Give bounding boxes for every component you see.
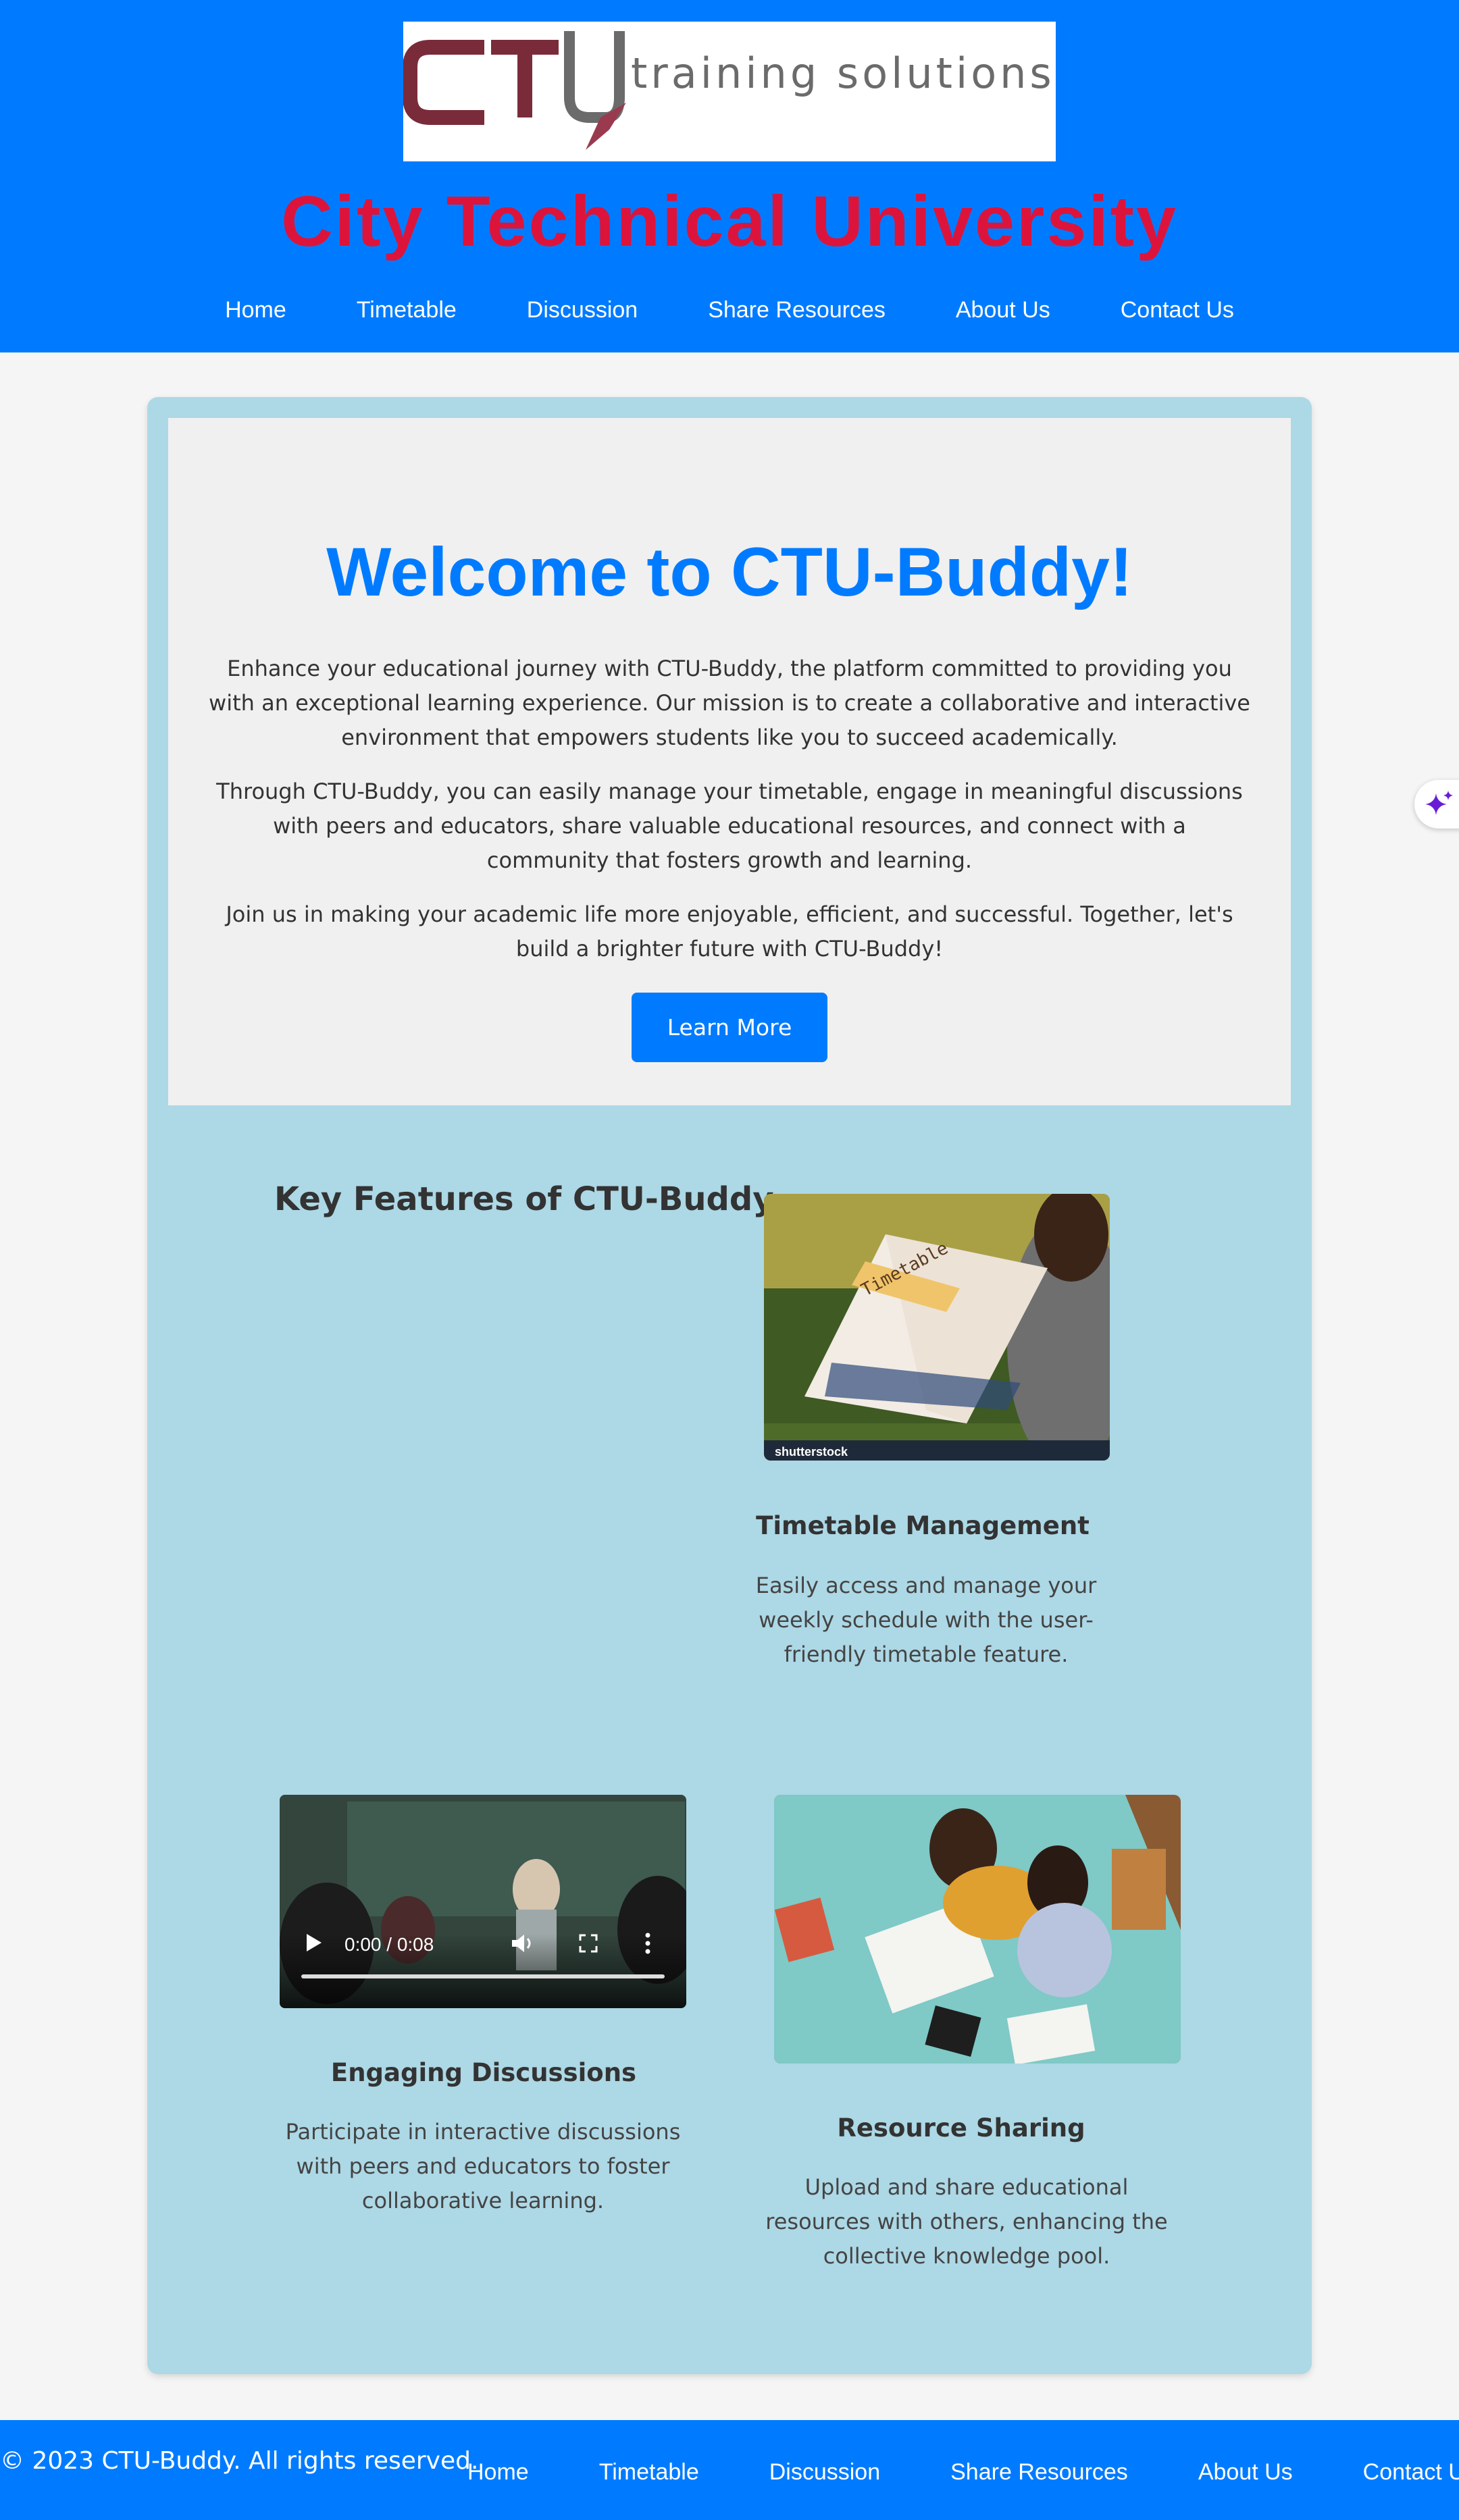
feature-desc-timetable: Easily access and manage your weekly sch…	[755, 1573, 1097, 1667]
resource-image	[774, 1795, 1181, 2064]
nav-contact-us[interactable]: Contact Us	[1085, 297, 1269, 323]
feature-timetable: Timetable shutterstock Timetable Managem…	[700, 1194, 1146, 1734]
discussion-video[interactable]: 0:00 / 0:08	[280, 1795, 686, 2008]
feature-resource: Resource Sharing Upload and share educat…	[738, 1795, 1184, 2308]
assistant-widget[interactable]	[1414, 780, 1459, 829]
footer-nav-contact-us[interactable]: Contact Us	[1328, 2459, 1459, 2486]
hero-paragraph-2: Through CTU-Buddy, you can easily manage…	[216, 779, 1243, 873]
footer-copyright: © 2023 CTU-Buddy. All rights reserved.	[0, 2447, 479, 2475]
more-options-icon[interactable]	[644, 1933, 651, 1954]
volume-icon[interactable]	[511, 1933, 535, 1954]
hero-section: Welcome to CTU-Buddy! Enhance your educa…	[168, 418, 1291, 1105]
footer-nav-about-us[interactable]: About Us	[1163, 2459, 1328, 2486]
nav-timetable[interactable]: Timetable	[322, 297, 492, 323]
footer-nav: Home Timetable Discussion Share Resource…	[432, 2459, 1459, 2486]
timetable-image: Timetable shutterstock	[764, 1194, 1110, 1461]
footer-nav-share-resources[interactable]: Share Resources	[915, 2459, 1163, 2486]
feature-desc-discussion: Participate in interactive discussions w…	[285, 2119, 681, 2213]
nav-share-resources[interactable]: Share Resources	[673, 297, 921, 323]
learn-more-button[interactable]: Learn More	[632, 993, 827, 1062]
ctu-logo[interactable]: training solutions	[403, 22, 1056, 161]
nav-discussion[interactable]: Discussion	[492, 297, 673, 323]
shutterstock-watermark: shutterstock	[775, 1445, 848, 1459]
footer-nav-home[interactable]: Home	[432, 2459, 564, 2486]
site-title: City Technical University	[281, 182, 1178, 261]
features-heading: Key Features of CTU-Buddy	[274, 1180, 774, 1218]
main-card: Welcome to CTU-Buddy! Enhance your educa…	[147, 397, 1312, 2374]
feature-title-resource: Resource Sharing	[837, 2114, 1085, 2143]
footer-nav-timetable[interactable]: Timetable	[564, 2459, 734, 2486]
site-header: training solutions City Technical Univer…	[0, 0, 1459, 352]
video-controls	[280, 1934, 686, 2008]
nav-home[interactable]: Home	[190, 297, 322, 323]
site-footer: © 2023 CTU-Buddy. All rights reserved. H…	[0, 2420, 1459, 2520]
sparkle-icon	[1425, 791, 1453, 815]
hero-paragraph-3: Join us in making your academic life mor…	[226, 901, 1233, 962]
feature-desc-resource: Upload and share educational resources w…	[765, 2174, 1168, 2269]
top-nav: Home Timetable Discussion Share Resource…	[0, 297, 1459, 323]
play-icon[interactable]	[305, 1933, 323, 1953]
nav-about-us[interactable]: About Us	[921, 297, 1085, 323]
feature-title-discussion: Engaging Discussions	[330, 2058, 637, 2087]
footer-nav-discussion[interactable]: Discussion	[734, 2459, 915, 2486]
hero-paragraph-1: Enhance your educational journey with CT…	[209, 656, 1250, 750]
fullscreen-icon[interactable]	[579, 1934, 598, 1953]
hero-title: Welcome to CTU-Buddy!	[326, 533, 1133, 610]
feature-discussion: 0:00 / 0:08 Engaging Discussions Partici…	[267, 1795, 700, 2267]
video-time: 0:00 / 0:08	[344, 1934, 434, 1955]
logo-tagline: training solutions	[631, 49, 1055, 98]
video-progress-bar[interactable]	[301, 1974, 665, 1978]
feature-title-timetable: Timetable Management	[756, 1511, 1090, 1540]
